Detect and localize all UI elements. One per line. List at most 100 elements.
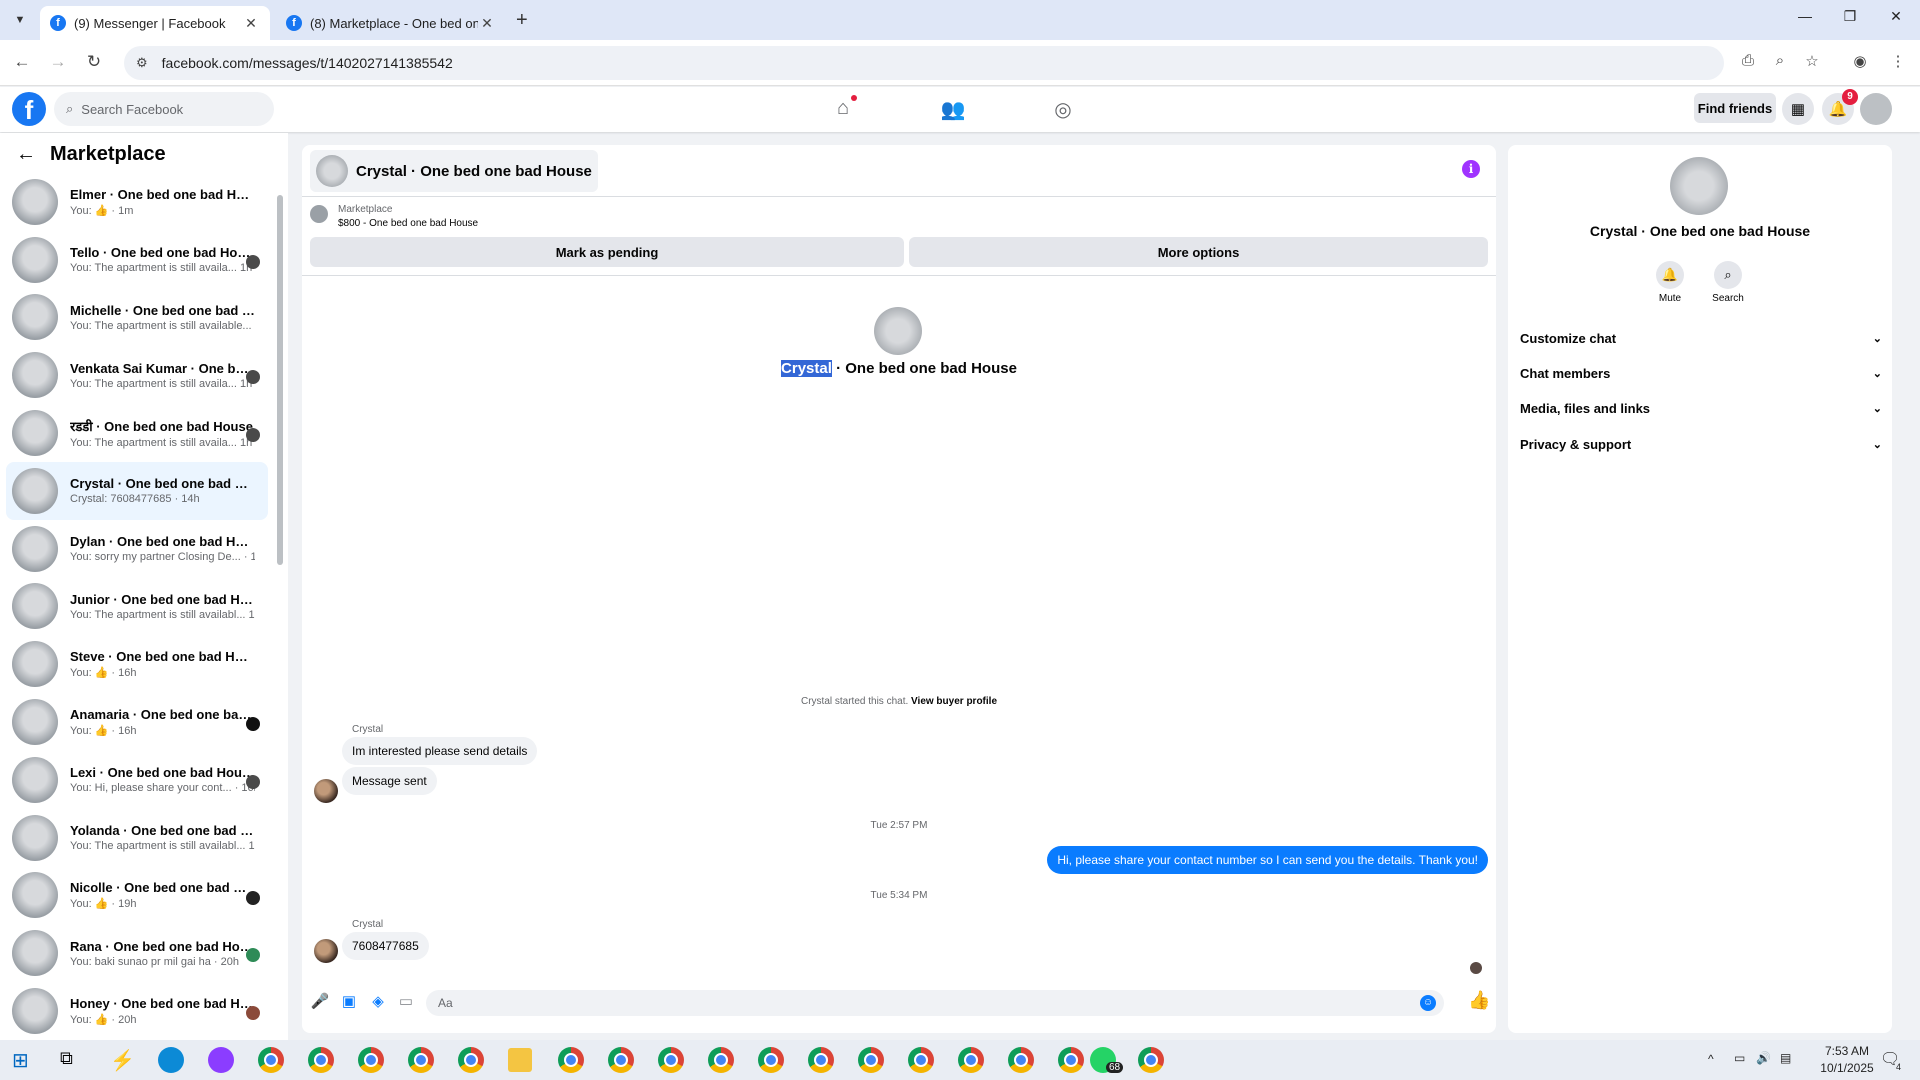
restore-icon[interactable]: ❐ (1835, 8, 1865, 25)
tab-marketplace[interactable]: f (8) Marketplace - One bed one bad Hous… (276, 6, 506, 40)
more-options-button[interactable]: More options (909, 237, 1488, 267)
conversation-item[interactable]: रडडी · One bed one bad House You: The apa… (6, 404, 268, 462)
account-icon[interactable]: ◉ (1848, 52, 1872, 70)
install-app-icon[interactable]: ⎙ (1736, 52, 1760, 69)
tab-messenger[interactable]: f (9) Messenger | Facebook ✕ (40, 6, 270, 40)
clock-date[interactable]: 10/1/2025 (1812, 1061, 1882, 1075)
show-hidden-icons[interactable]: ^ (1708, 1052, 1714, 1066)
mute-button[interactable]: 🔔 Mute (1640, 261, 1700, 304)
chrome-icon[interactable] (958, 1047, 984, 1073)
close-window-icon[interactable]: ✕ (1881, 8, 1911, 25)
task-view-icon[interactable]: ⧉ (60, 1048, 84, 1072)
menu-grid-icon[interactable]: ▦ (1782, 93, 1814, 125)
reload-icon[interactable]: ↻ (82, 52, 106, 72)
conversation-item[interactable]: Michelle · One bed one bad Ho... You: The… (6, 289, 268, 347)
sticker-icon[interactable]: ◈ (368, 992, 388, 1010)
close-tab-icon[interactable]: ✕ (478, 15, 496, 32)
chrome-icon[interactable] (1058, 1047, 1084, 1073)
network-icon[interactable]: ▤ (1780, 1051, 1791, 1065)
clock-time[interactable]: 7:53 AM (1812, 1044, 1882, 1058)
url-field[interactable]: ⚙ facebook.com/messages/t/14020271413855… (124, 46, 1724, 80)
conversation-item[interactable]: Honey · One bed one bad Ho... You: 👍 · 20… (6, 982, 268, 1040)
conversation-item[interactable]: Dylan · One bed one bad House You: sorry … (6, 520, 268, 578)
chrome-icon[interactable] (708, 1047, 734, 1073)
gif-icon[interactable]: ▭ (396, 992, 416, 1010)
chrome-icon[interactable] (1008, 1047, 1034, 1073)
chrome-icon[interactable] (308, 1047, 334, 1073)
site-settings-icon[interactable]: ⚙ (136, 55, 148, 71)
chrome-icon[interactable] (758, 1047, 784, 1073)
menu-dots-icon[interactable]: ⋮ (1886, 52, 1910, 70)
conversation-item[interactable]: Rana · One bed one bad House You: baki su… (6, 924, 268, 982)
chrome-icon[interactable] (558, 1047, 584, 1073)
chrome-icon[interactable] (608, 1047, 634, 1073)
conversation-item[interactable]: Elmer · One bed one bad House You: 👍 · 1m (6, 173, 268, 231)
chrome-icon[interactable] (858, 1047, 884, 1073)
thumbs-up-icon[interactable]: 👍 (1468, 990, 1490, 1011)
message-bubble[interactable]: Im interested please send details (342, 737, 538, 765)
edge-icon[interactable] (158, 1047, 184, 1073)
friends-icon[interactable]: 👥 (938, 97, 968, 122)
chrome-icon[interactable] (408, 1047, 434, 1073)
info-icon[interactable]: i (1462, 160, 1480, 178)
sender-name: Crystal (352, 724, 384, 735)
back-arrow-icon[interactable]: ← (16, 143, 36, 166)
my-message-bubble[interactable]: Hi, please share your contact number so … (1047, 846, 1488, 874)
view-buyer-profile-link[interactable]: View buyer profile (911, 696, 997, 707)
sidebar-scrollbar[interactable] (276, 183, 284, 1043)
message-bubble[interactable]: 7608477685 (342, 932, 429, 960)
conversation-item[interactable]: Nicolle · One bed one bad Ho... You: 👍 · … (6, 867, 268, 925)
chrome-icon[interactable] (458, 1047, 484, 1073)
emoji-icon[interactable]: ☺ (1420, 995, 1436, 1011)
privacy-support-section[interactable]: Privacy & support ⌄ (1520, 432, 1882, 456)
find-friends-button[interactable]: Find friends (1694, 93, 1776, 123)
zoom-icon[interactable]: ⌕ (1768, 52, 1792, 69)
chrome-icon[interactable] (908, 1047, 934, 1073)
sender-avatar[interactable] (314, 939, 338, 963)
chrome-icon[interactable] (258, 1047, 284, 1073)
media-files-links-section[interactable]: Media, files and links ⌄ (1520, 396, 1882, 420)
chrome-icon[interactable] (808, 1047, 834, 1073)
new-tab-icon[interactable]: + (516, 9, 528, 32)
contact-avatar[interactable] (1670, 157, 1728, 215)
message-bubble[interactable]: Message sent (342, 767, 437, 795)
conversation-item[interactable]: Yolanda · One bed one bad Hou...You: The… (6, 809, 268, 867)
groups-icon[interactable]: ◎ (1048, 97, 1078, 122)
conversation-item-active[interactable]: Crystal · One bed one bad House Crystal: … (6, 461, 268, 520)
chrome-icon[interactable] (358, 1047, 384, 1073)
scrollbar-thumb[interactable] (277, 195, 283, 565)
photo-icon[interactable]: ▣ (339, 992, 359, 1010)
facebook-search-input[interactable]: ⌕ Search Facebook (54, 92, 274, 126)
profile-avatar[interactable] (1860, 93, 1892, 125)
back-icon[interactable]: ← (10, 52, 34, 72)
windows-start-icon[interactable]: ⊞ (12, 1048, 36, 1072)
conversation-item[interactable]: Steve · One bed one bad House You: 👍 · 16… (6, 635, 268, 693)
conversation-item[interactable]: Anamaria · One bed one bad ... You: 👍 · 1… (6, 693, 268, 751)
listing-price[interactable]: $800 - One bed one bad House (338, 218, 478, 229)
chrome-icon[interactable] (658, 1047, 684, 1073)
conversation-item[interactable]: Junior · One bed one bad House You: The a… (6, 578, 268, 636)
battery-icon[interactable]: ▭ (1734, 1051, 1745, 1065)
conversation-item[interactable]: Venkata Sai Kumar · One bed... You: The a… (6, 346, 268, 404)
facebook-logo-icon[interactable]: f (12, 92, 46, 126)
close-tab-icon[interactable]: ✕ (242, 15, 260, 32)
mark-as-pending-button[interactable]: Mark as pending (310, 237, 904, 267)
lightning-app-icon[interactable]: ⚡ (110, 1048, 135, 1072)
forward-icon[interactable]: → (46, 52, 70, 72)
volume-icon[interactable]: 🔊 (1756, 1051, 1771, 1065)
minimize-icon[interactable]: — (1790, 8, 1820, 24)
chat-members-section[interactable]: Chat members ⌄ (1520, 361, 1882, 385)
tab-search-chevron-icon[interactable]: ▼ (8, 8, 32, 32)
messenger-app-icon[interactable] (208, 1047, 234, 1073)
conversation-item[interactable]: Tello · One bed one bad House You: The ap… (6, 231, 268, 289)
conversation-item[interactable]: Lexi · One bed one bad House You: Hi, ple… (6, 751, 268, 809)
search-in-chat-button[interactable]: ⌕ Search (1698, 261, 1758, 304)
file-explorer-icon[interactable] (508, 1048, 532, 1072)
chat-header-button[interactable]: Crystal · One bed one bad House (310, 150, 598, 192)
bookmark-star-icon[interactable]: ☆ (1800, 52, 1824, 70)
message-input[interactable]: Aa ☺ (426, 990, 1444, 1016)
microphone-icon[interactable]: 🎤 (310, 992, 330, 1010)
chrome-icon[interactable] (1138, 1047, 1164, 1073)
sender-avatar[interactable] (314, 779, 338, 803)
customize-chat-section[interactable]: Customize chat ⌄ (1520, 326, 1882, 350)
